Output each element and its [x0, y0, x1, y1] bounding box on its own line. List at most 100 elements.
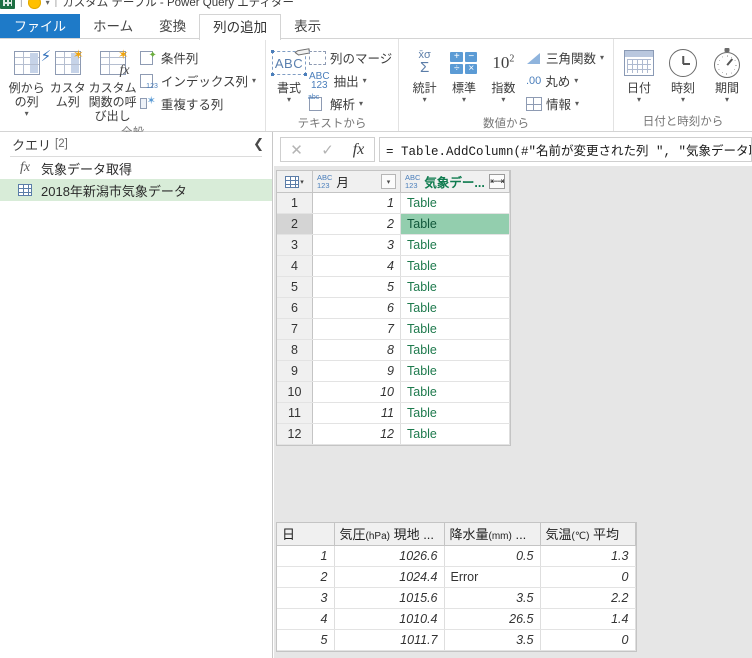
duration-button[interactable]: 期間 ▾ — [708, 43, 746, 104]
preview-cell-pressure[interactable]: 1010.4 — [334, 608, 445, 630]
preview-column-header-precipitation[interactable]: 降水量(mm) ... — [444, 523, 541, 546]
duplicate-column-button[interactable]: ✶ 重複する列 — [137, 93, 259, 114]
chevron-down-icon[interactable]: ▾ — [359, 99, 363, 108]
preview-cell-pressure[interactable]: 1024.4 — [334, 566, 445, 588]
filter-dropdown-icon[interactable]: ▾ — [381, 174, 396, 189]
row-number[interactable]: 3 — [277, 234, 313, 256]
fx-icon[interactable]: fx — [343, 138, 374, 161]
table-row[interactable]: 3 3 Table — [277, 234, 510, 256]
save-icon[interactable] — [27, 0, 41, 9]
preview-table-row[interactable]: 2 1024.4 Error 0 — [277, 566, 636, 588]
preview-cell-temperature[interactable]: 2.2 — [540, 587, 636, 609]
cell-nested-table-link[interactable]: Table — [400, 339, 510, 361]
chevron-down-icon[interactable]: ▾ — [46, 0, 50, 7]
preview-table-row[interactable]: 4 1010.4 26.5 1.4 — [277, 608, 636, 630]
chevron-down-icon[interactable]: ▾ — [363, 76, 367, 85]
chevron-down-icon[interactable]: ▾ — [681, 95, 685, 104]
index-column-button[interactable]: 123 インデックス列 ▾ — [137, 70, 259, 91]
column-from-examples-button[interactable]: ⚡ 例からの列 ▾ — [6, 43, 52, 118]
invoke-custom-function-button[interactable]: ✶ fx カスタム関数の呼び出し — [88, 43, 137, 123]
cell-month[interactable]: 3 — [312, 234, 401, 256]
parse-button[interactable]: abc 解析 ▾ — [306, 93, 395, 114]
chevron-down-icon[interactable]: ▾ — [501, 95, 505, 104]
row-number[interactable]: 4 — [277, 255, 313, 277]
cell-month[interactable]: 11 — [312, 402, 401, 424]
cell-nested-table-link[interactable]: Table — [400, 213, 510, 235]
chevron-left-icon[interactable]: ❮ — [253, 136, 264, 152]
preview-cell-temperature[interactable]: 0 — [540, 566, 636, 588]
format-button[interactable]: ABC 書式 ▾ — [271, 43, 311, 104]
cell-nested-table-link[interactable]: Table — [400, 297, 510, 319]
row-number[interactable]: 9 — [277, 360, 313, 382]
table-row[interactable]: 2 2 Table — [277, 213, 510, 235]
cell-nested-table-link[interactable]: Table — [400, 360, 510, 382]
row-number[interactable]: 8 — [277, 339, 313, 361]
cell-month[interactable]: 6 — [312, 297, 401, 319]
preview-column-header-pressure[interactable]: 気圧(hPa) 現地 ... — [334, 523, 445, 546]
tab-transform[interactable]: 変換 — [146, 14, 199, 39]
column-header-month[interactable]: ABC 123 月 ▾ — [312, 171, 401, 193]
row-number[interactable]: 11 — [277, 402, 313, 424]
chevron-down-icon[interactable]: ▾ — [462, 95, 466, 104]
preview-cell-precipitation[interactable]: 3.5 — [444, 629, 541, 651]
custom-column-button[interactable]: ✶ カスタム列 — [47, 43, 88, 109]
table-row[interactable]: 5 5 Table — [277, 276, 510, 298]
preview-column-header-day[interactable]: 日 — [277, 523, 335, 546]
row-number[interactable]: 7 — [277, 318, 313, 340]
cell-month[interactable]: 5 — [312, 276, 401, 298]
query-item-get-weather-data[interactable]: fx 気象データ取得 — [0, 157, 272, 179]
information-button[interactable]: 情報 ▾ — [523, 93, 607, 114]
preview-cell-day[interactable]: 3 — [277, 587, 335, 609]
table-row[interactable]: 8 8 Table — [277, 339, 510, 361]
preview-table-row[interactable]: 3 1015.6 3.5 2.2 — [277, 587, 636, 609]
rounding-button[interactable]: .00 丸め ▾ — [523, 70, 607, 91]
row-number[interactable]: 6 — [277, 297, 313, 319]
chevron-down-icon[interactable]: ▾ — [574, 76, 578, 85]
cell-nested-table-link[interactable]: Table — [400, 381, 510, 403]
table-row[interactable]: 4 4 Table — [277, 255, 510, 277]
expand-columns-icon[interactable]: ⇤⇥ — [488, 174, 505, 189]
cell-month[interactable]: 10 — [312, 381, 401, 403]
tab-add-column[interactable]: 列の追加 — [199, 14, 282, 40]
extract-button[interactable]: ABC 123 抽出 ▾ — [306, 70, 395, 91]
cell-month[interactable]: 8 — [312, 339, 401, 361]
cell-nested-table-link[interactable]: Table — [400, 402, 510, 424]
table-row[interactable]: 7 7 Table — [277, 318, 510, 340]
formula-input[interactable]: = Table.AddColumn(#"名前が変更された列 ", "気象データ取… — [379, 137, 752, 162]
preview-cell-pressure[interactable]: 1026.6 — [334, 545, 445, 567]
row-number[interactable]: 12 — [277, 423, 313, 445]
preview-cell-temperature[interactable]: 1.4 — [540, 608, 636, 630]
preview-cell-day[interactable]: 1 — [277, 545, 335, 567]
standard-button[interactable]: + − ÷ × 標準 ▾ — [444, 43, 483, 104]
cell-month[interactable]: 4 — [312, 255, 401, 277]
row-number[interactable]: 1 — [277, 192, 313, 214]
preview-cell-day[interactable]: 2 — [277, 566, 335, 588]
cell-nested-table-link[interactable]: Table — [400, 192, 510, 214]
merge-columns-button[interactable]: 列のマージ — [306, 47, 395, 68]
cell-nested-table-link[interactable]: Table — [400, 423, 510, 445]
check-icon[interactable]: ✓ — [312, 138, 343, 161]
scientific-button[interactable]: 102 指数 ▾ — [484, 43, 523, 104]
chevron-down-icon[interactable]: ▾ — [287, 95, 291, 104]
preview-cell-pressure[interactable]: 1011.7 — [334, 629, 445, 651]
preview-cell-temperature[interactable]: 0 — [540, 629, 636, 651]
row-number[interactable]: 2 — [277, 213, 313, 235]
preview-table-row[interactable]: 1 1026.6 0.5 1.3 — [277, 545, 636, 567]
cell-month[interactable]: 2 — [312, 213, 401, 235]
table-row[interactable]: 11 11 Table — [277, 402, 510, 424]
chevron-down-icon[interactable]: ▾ — [423, 95, 427, 104]
preview-cell-temperature[interactable]: 1.3 — [540, 545, 636, 567]
grid-select-all-header[interactable]: ▾ — [277, 171, 313, 193]
time-button[interactable]: 時刻 ▾ — [664, 43, 702, 104]
row-number[interactable]: 5 — [277, 276, 313, 298]
chevron-down-icon[interactable]: ▾ — [600, 53, 604, 62]
tab-file[interactable]: ファイル — [0, 14, 81, 39]
table-row[interactable]: 6 6 Table — [277, 297, 510, 319]
preview-column-header-temperature[interactable]: 気温(℃) 平均 — [540, 523, 636, 546]
cell-month[interactable]: 9 — [312, 360, 401, 382]
date-button[interactable]: 日付 ▾ — [620, 43, 658, 104]
tab-home[interactable]: ホーム — [80, 14, 146, 39]
chevron-down-icon[interactable]: ▾ — [25, 109, 29, 118]
chevron-down-icon[interactable]: ▾ — [637, 95, 641, 104]
preview-cell-pressure[interactable]: 1015.6 — [334, 587, 445, 609]
